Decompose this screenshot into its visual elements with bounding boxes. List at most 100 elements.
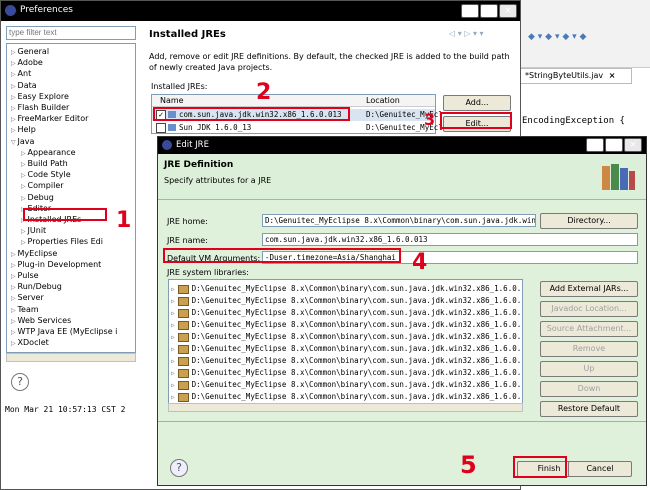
- checkbox-unchecked[interactable]: [156, 123, 166, 133]
- tree-item[interactable]: ▷ FreeMarker Editor: [11, 113, 88, 124]
- tree-item[interactable]: ▷ Easy Explore: [11, 91, 69, 102]
- jar-icon: [177, 392, 189, 402]
- chevron-right-icon[interactable]: ▷: [171, 298, 175, 305]
- chevron-right-icon[interactable]: ▷: [171, 370, 175, 377]
- filter-input[interactable]: [7, 27, 135, 38]
- tree-item[interactable]: ▷ Run/Debug: [11, 281, 62, 292]
- page-nav-arrows[interactable]: ◁ ▾ ▷ ▾ ▾: [449, 29, 484, 38]
- library-row[interactable]: ▷ D:\Genuitec_MyEclipse 8.x\Common\binary…: [171, 391, 521, 402]
- tree-item[interactable]: ▷ Appearance: [21, 147, 76, 158]
- tree-item[interactable]: ▷ Properties Files Edi: [21, 236, 103, 247]
- tree-item[interactable]: ▷ WTP Java EE (MyEclipse i: [11, 326, 117, 337]
- add-external-jars-button[interactable]: Add External JARs...: [540, 281, 638, 297]
- tree-item[interactable]: ▷ Ant: [11, 68, 31, 79]
- tree-item[interactable]: ▷ Pulse: [11, 270, 39, 281]
- tree-item[interactable]: ▷ MyEclipse: [11, 248, 57, 259]
- annotation-box-jre-row: [153, 107, 350, 121]
- tree-item[interactable]: ▷ XDoclet: [11, 337, 49, 348]
- close-button[interactable]: ×: [624, 138, 642, 152]
- chevron-right-icon[interactable]: ▷: [171, 322, 175, 329]
- tree-item[interactable]: ▷ Code Style: [21, 169, 71, 180]
- library-path: D:\Genuitec_MyEclipse 8.x\Common\binary\…: [191, 392, 522, 401]
- filter-field[interactable]: [6, 26, 136, 40]
- chevron-right-icon[interactable]: ▷: [171, 310, 175, 317]
- tree-item-label: Compiler: [27, 181, 64, 191]
- tree-item-label: Team: [17, 304, 39, 314]
- annotation-box-installed-jres: [23, 208, 107, 221]
- remove-button[interactable]: Remove: [540, 341, 638, 357]
- directory-button[interactable]: Directory...: [540, 213, 638, 229]
- jre-row-2[interactable]: Sun JDK 1.6.0_13 D:\Genuitec_MyEcli: [152, 122, 447, 134]
- annotation-box-edit: [440, 112, 512, 129]
- library-row[interactable]: ▷ D:\Genuitec_MyEclipse 8.x\Common\binary…: [171, 379, 521, 390]
- tree-item[interactable]: ▷ Build Path: [21, 158, 68, 169]
- library-row[interactable]: ▷ D:\Genuitec_MyEclipse 8.x\Common\binary…: [171, 343, 521, 354]
- tree-item[interactable]: ▷ Plug-in Development: [11, 259, 101, 270]
- tree-item[interactable]: ▷ Team: [11, 304, 39, 315]
- tree-item-label: Appearance: [27, 147, 76, 157]
- tree-item[interactable]: ▷ Help: [11, 124, 36, 135]
- tree-item[interactable]: ▷ Data: [11, 80, 37, 91]
- preferences-title: Preferences: [20, 5, 73, 15]
- tree-item[interactable]: ▷ JUnit: [21, 225, 46, 236]
- tree-item[interactable]: ▽ Java: [11, 136, 34, 147]
- javadoc-location-button[interactable]: Javadoc Location...: [540, 301, 638, 317]
- close-icon[interactable]: ×: [609, 71, 616, 80]
- tree-item[interactable]: ▷ Compiler: [21, 180, 64, 191]
- chevron-right-icon[interactable]: ▷: [171, 286, 175, 293]
- preferences-tree[interactable]: ▷ General ▷ Adobe ▷ Ant ▷ Data ▷ Easy Explor…: [6, 43, 136, 353]
- page-title: Installed JREs: [149, 29, 226, 40]
- col-location-header[interactable]: Location: [366, 96, 400, 105]
- jar-icon: [177, 344, 189, 354]
- libs-hscroll[interactable]: [168, 403, 523, 412]
- chevron-right-icon[interactable]: ▷: [171, 346, 175, 353]
- tree-item[interactable]: ▷ Adobe: [11, 57, 43, 68]
- chevron-right-icon[interactable]: ▷: [171, 358, 175, 365]
- tree-item[interactable]: ▷ Server: [11, 292, 44, 303]
- library-row[interactable]: ▷ D:\Genuitec_MyEclipse 8.x\Common\binary…: [171, 283, 521, 294]
- tree-item-label: General: [17, 47, 50, 56]
- help-icon[interactable]: ?: [170, 459, 188, 477]
- editor-tab[interactable]: *StringByteUtils.jav ×: [520, 68, 632, 84]
- source-attachment-button[interactable]: Source Attachment...: [540, 321, 638, 337]
- down-button[interactable]: Down: [540, 381, 638, 397]
- jre-home-field[interactable]: D:\Genuitec_MyEclipse 8.x\Common\binary\…: [262, 214, 536, 227]
- chevron-right-icon[interactable]: ▷: [171, 382, 175, 389]
- library-path: D:\Genuitec_MyEclipse 8.x\Common\binary\…: [191, 284, 522, 293]
- library-row[interactable]: ▷ D:\Genuitec_MyEclipse 8.x\Common\binary…: [171, 319, 521, 330]
- up-button[interactable]: Up: [540, 361, 638, 377]
- tree-item[interactable]: ▷ General: [11, 46, 49, 57]
- col-name-header[interactable]: Name: [160, 96, 184, 105]
- dialog-header: JRE Definition Specify attributes for a …: [158, 154, 646, 200]
- library-row[interactable]: ▷ D:\Genuitec_MyEclipse 8.x\Common\binary…: [171, 307, 521, 318]
- add-jre-button[interactable]: Add...: [443, 95, 511, 111]
- help-icon[interactable]: ?: [11, 373, 29, 391]
- library-row[interactable]: ▷ D:\Genuitec_MyEclipse 8.x\Common\binary…: [171, 367, 521, 378]
- close-button[interactable]: ×: [499, 4, 517, 18]
- chevron-right-icon[interactable]: ▷: [171, 334, 175, 341]
- library-row[interactable]: ▷ D:\Genuitec_MyEclipse 8.x\Common\binary…: [171, 331, 521, 342]
- tree-item-label: XDoclet: [17, 338, 49, 348]
- page-description: Add, remove or edit JRE definitions. By …: [149, 52, 510, 72]
- dialog-separator: [158, 421, 646, 422]
- minimize-button[interactable]: _: [461, 4, 479, 18]
- tree-item-label: Properties Files Edi: [27, 237, 103, 247]
- tree-item[interactable]: ▷ Flash Builder: [11, 102, 69, 113]
- chevron-right-icon[interactable]: ▷: [171, 394, 175, 401]
- tree-item-label: Build Path: [27, 159, 68, 168]
- maximize-button[interactable]: □: [480, 4, 498, 18]
- library-row[interactable]: ▷ D:\Genuitec_MyEclipse 8.x\Common\binary…: [171, 355, 521, 366]
- restore-default-button[interactable]: Restore Default: [540, 401, 638, 417]
- jre-name-field[interactable]: com.sun.java.jdk.win32.x86_1.6.0.013: [262, 233, 638, 246]
- libs-list[interactable]: ▷ D:\Genuitec_MyEclipse 8.x\Common\binary…: [168, 279, 523, 405]
- tree-item-label: Flash Builder: [17, 103, 70, 112]
- tree-item[interactable]: ▷ Web Services: [11, 315, 71, 326]
- minimize-button[interactable]: _: [586, 138, 604, 152]
- jar-icon: [177, 332, 189, 342]
- library-row[interactable]: ▷ D:\Genuitec_MyEclipse 8.x\Common\binary…: [171, 295, 521, 306]
- cancel-button[interactable]: Cancel: [568, 461, 632, 477]
- books-icon: [598, 162, 638, 192]
- maximize-button[interactable]: □: [605, 138, 623, 152]
- tree-item[interactable]: ▷ Debug: [21, 192, 54, 203]
- tree-hscroll[interactable]: [6, 353, 136, 362]
